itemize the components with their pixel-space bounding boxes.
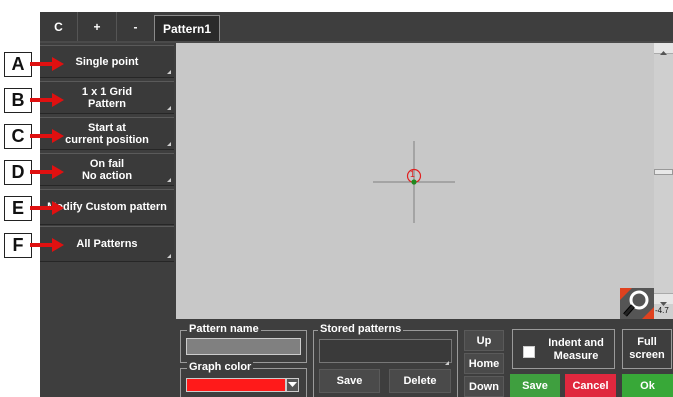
pattern-name-input[interactable] (186, 338, 301, 355)
corner-indicator-icon (167, 142, 171, 146)
arrow-icon (30, 57, 64, 252)
indent-label-line2: Measure (553, 350, 599, 362)
sidebar-label: current position (65, 133, 149, 146)
sidebar-label: Pattern (88, 97, 126, 110)
callout-label: A (4, 52, 32, 77)
scroll-up-button[interactable] (654, 43, 673, 55)
stored-patterns-select[interactable] (319, 339, 452, 363)
callout-label: C (4, 124, 32, 149)
point-dot (411, 179, 417, 185)
sidebar-background (40, 262, 174, 397)
zoom-scrollbar[interactable]: -4.7 (654, 43, 673, 319)
home-button[interactable]: Home (464, 353, 504, 374)
save-pattern-button[interactable]: Save (319, 369, 380, 393)
callout-label: F (4, 233, 32, 258)
callout-label: B (4, 88, 32, 113)
sidebar-label: 1 x 1 Grid (81, 85, 133, 98)
zoom-readout: -4.7 (655, 306, 669, 315)
corner-indicator-icon (167, 254, 171, 258)
remove-pattern-button[interactable]: - (117, 12, 154, 41)
sidebar-label: On fail (89, 157, 125, 170)
pattern-canvas[interactable]: 1 (176, 43, 654, 319)
add-pattern-button[interactable]: + (78, 12, 117, 41)
cancel-button[interactable]: Cancel (565, 374, 616, 397)
indent-label-line1: Indent and (548, 337, 604, 349)
scroll-down-button[interactable] (654, 293, 673, 306)
zoom-icon[interactable] (620, 288, 654, 319)
save-button[interactable]: Save (510, 374, 560, 397)
corner-indicator-icon (167, 178, 171, 182)
up-button[interactable]: Up (464, 330, 504, 351)
indent-measure-toggle[interactable]: Indent and Measure (512, 329, 615, 369)
fullscreen-button[interactable]: Full screen (622, 329, 672, 369)
sidebar-label: Single point (75, 55, 139, 68)
chevron-down-icon[interactable] (286, 378, 299, 392)
add-c-button[interactable]: C (40, 12, 78, 41)
callout-label: D (4, 160, 32, 185)
down-button[interactable]: Down (464, 376, 504, 397)
tab-strip (220, 12, 673, 41)
corner-indicator-icon (445, 361, 449, 365)
point-label: 1 (410, 169, 416, 179)
corner-indicator-icon (167, 106, 171, 110)
pattern-name-label: Pattern name (187, 323, 261, 335)
tab-pattern1[interactable]: Pattern1 (154, 15, 220, 41)
fullscreen-line1: Full (637, 336, 657, 348)
ok-button[interactable]: Ok (622, 374, 673, 397)
sidebar-label: No action (81, 169, 133, 182)
callout-arrows (30, 57, 64, 252)
scroll-thumb[interactable] (654, 169, 673, 175)
callout-label: E (4, 196, 32, 221)
graph-color-swatch[interactable] (186, 378, 286, 392)
stored-patterns-label: Stored patterns (318, 323, 404, 335)
fullscreen-line2: screen (629, 349, 665, 361)
graph-color-label: Graph color (187, 361, 254, 373)
indent-measure-checkbox[interactable] (523, 346, 535, 358)
delete-pattern-button[interactable]: Delete (389, 369, 451, 393)
sidebar-label: Start at (88, 121, 126, 134)
corner-indicator-icon (167, 70, 171, 74)
sidebar-label: All Patterns (76, 238, 138, 250)
